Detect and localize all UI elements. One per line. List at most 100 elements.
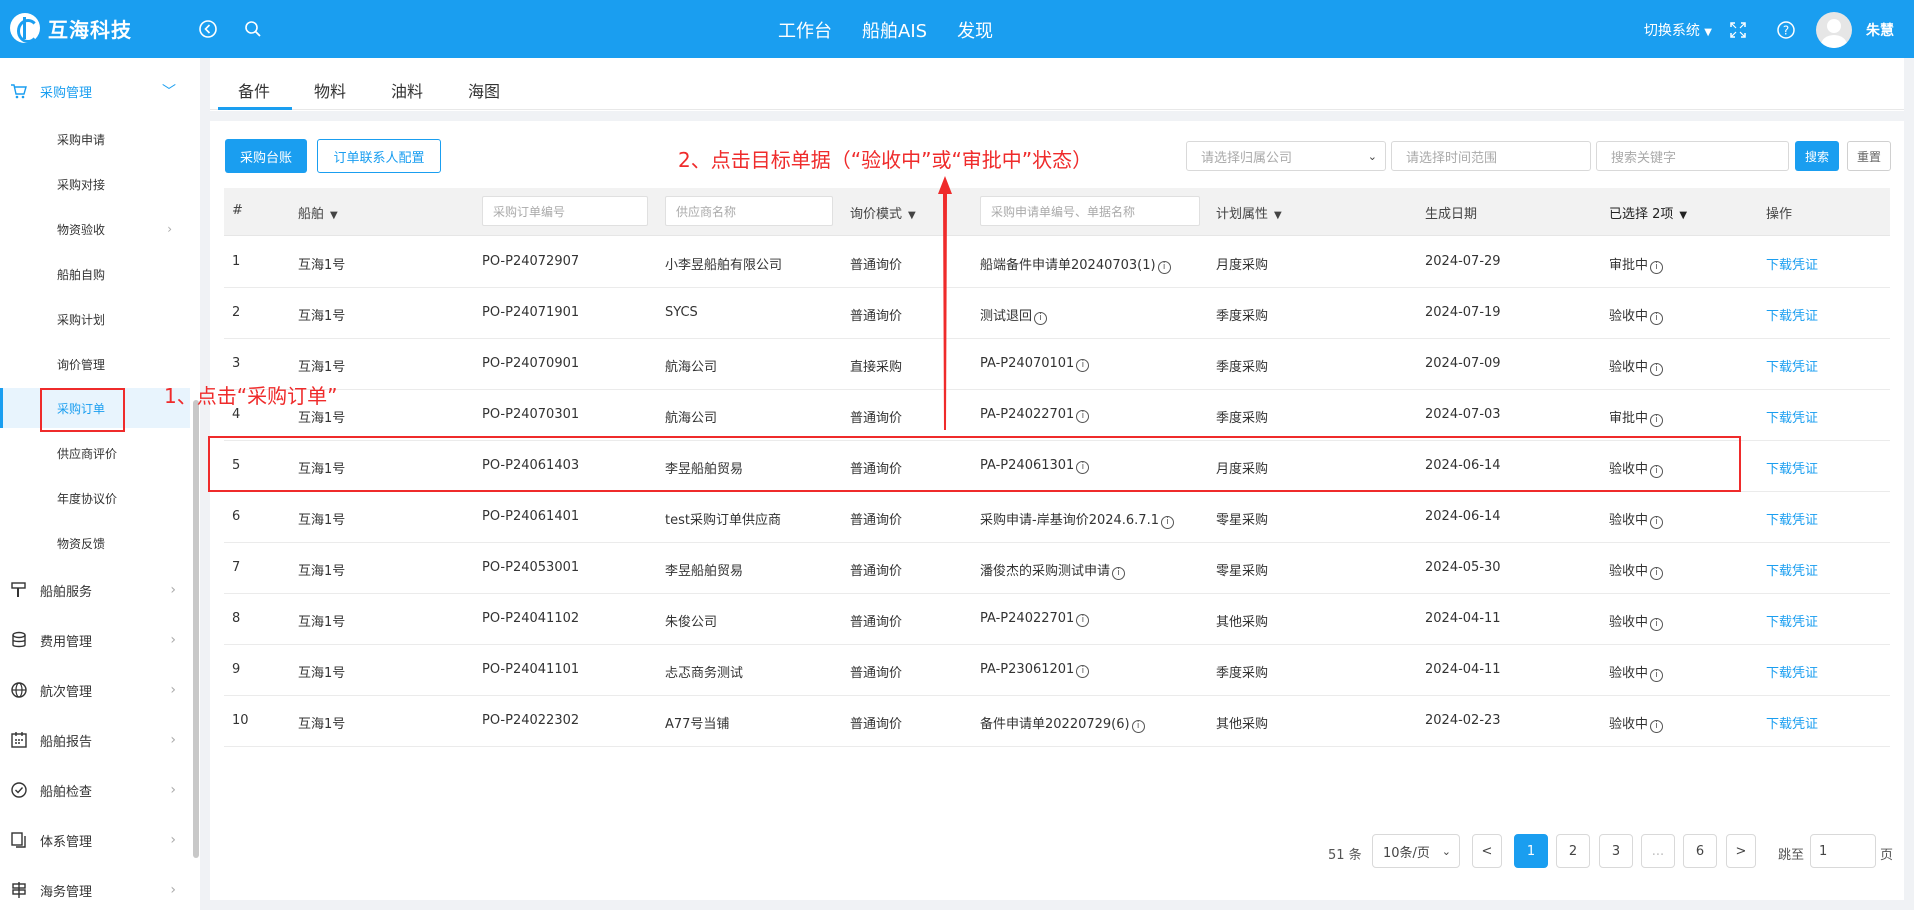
page-1-button[interactable]: 1	[1514, 834, 1548, 868]
info-icon[interactable]: i	[1650, 516, 1664, 529]
sidebar-item-annual-price[interactable]: 年度协议价	[0, 478, 190, 518]
download-voucher-link[interactable]: 下载凭证	[1766, 662, 1818, 681]
sidebar-group-ship-report[interactable]: 船舶报告 ›	[0, 720, 200, 760]
username[interactable]: 朱慧	[1866, 20, 1894, 40]
order-no-filter[interactable]: 采购订单编号	[482, 196, 648, 226]
sidebar-group-system[interactable]: 体系管理 ›	[0, 820, 200, 860]
company-select[interactable]: 请选择归属公司 ⌄	[1186, 141, 1386, 171]
sidebar-item-purchase-plan[interactable]: 采购计划	[0, 299, 190, 339]
prev-page-button[interactable]: <	[1472, 834, 1502, 868]
info-icon[interactable]: i	[1650, 720, 1664, 733]
table-row[interactable]: 8 互海1号 PO-P24041102 朱俊公司 普通询价 PA-P24022701 i 其他…	[224, 594, 1890, 645]
table-row[interactable]: 6 互海1号 PO-P24061401 test采购订单供应商 普通询价 采购申请-岸基询…	[224, 492, 1890, 543]
sidebar-item-ship-self-purchase[interactable]: 船舶自购	[0, 254, 190, 294]
supplier-filter[interactable]: 供应商名称	[665, 196, 833, 226]
table-row[interactable]: 1 互海1号 PO-P24072907 小李昱船舶有限公司 普通询价 船端备件申请单202…	[224, 237, 1890, 288]
sidebar-scrollbar[interactable]	[193, 400, 199, 858]
sidebar-item-material-acceptance[interactable]: 物资验收 ›	[0, 209, 190, 249]
info-icon[interactable]: i	[1650, 414, 1664, 427]
request-filter[interactable]: 采购申请单编号、单据名称	[980, 196, 1200, 226]
search-icon[interactable]	[242, 18, 264, 40]
sidebar-item-purchase-docking[interactable]: 采购对接	[0, 164, 190, 204]
switch-system-button[interactable]: 切换系统 ▼	[1644, 20, 1712, 40]
sidebar-item-supplier-review[interactable]: 供应商评价	[0, 433, 190, 473]
download-voucher-link[interactable]: 下载凭证	[1766, 611, 1818, 630]
download-voucher-link[interactable]: 下载凭证	[1766, 509, 1818, 528]
sidebar-group-voyage[interactable]: 航次管理 ›	[0, 670, 200, 710]
download-voucher-link[interactable]: 下载凭证	[1766, 305, 1818, 324]
sidebar-group-marine[interactable]: 海务管理 ›	[0, 870, 200, 910]
page-size-select[interactable]: 10条/页 ⌄	[1372, 834, 1460, 868]
tab-materials[interactable]: 物料	[314, 78, 346, 102]
info-icon[interactable]: i	[1650, 567, 1664, 580]
table-row[interactable]: 4 互海1号 PO-P24070301 航海公司 普通询价 PA-P24022701 i 季度…	[224, 390, 1890, 441]
nav-discover[interactable]: 发现	[957, 17, 993, 43]
nav-workbench[interactable]: 工作台	[778, 17, 832, 43]
tab-charts[interactable]: 海图	[468, 78, 500, 102]
info-icon[interactable]: i	[1161, 516, 1174, 529]
cell-date: 2024-05-30	[1425, 560, 1501, 575]
info-icon[interactable]: i	[1076, 359, 1090, 372]
download-voucher-link[interactable]: 下载凭证	[1766, 254, 1818, 273]
cell-text: 普通询价	[850, 666, 903, 681]
page-3-button[interactable]: 3	[1599, 834, 1633, 868]
time-range-input[interactable]: 请选择时间范围	[1391, 141, 1591, 171]
back-circle-icon[interactable]	[197, 18, 219, 40]
sidebar-group-ship-inspection[interactable]: 船舶检查 ›	[0, 770, 200, 810]
annotation-step1: 1、点击“采购订单”	[164, 384, 338, 408]
info-icon[interactable]: i	[1650, 312, 1664, 325]
info-icon[interactable]: i	[1076, 614, 1090, 627]
sidebar-group-ship-service[interactable]: 船舶服务 ›	[0, 570, 200, 610]
tab-oil[interactable]: 油料	[391, 78, 423, 102]
contact-config-button[interactable]: 订单联系人配置	[317, 139, 441, 173]
next-page-button[interactable]: >	[1726, 834, 1756, 868]
tab-spare-parts[interactable]: 备件	[238, 78, 270, 102]
table-row[interactable]: 9 互海1号 PO-P24041101 忐忑商务测试 普通询价 PA-P23061201 i…	[224, 645, 1890, 696]
info-icon[interactable]: i	[1650, 669, 1664, 682]
info-icon[interactable]: i	[1076, 410, 1090, 423]
keyword-input[interactable]: 搜索关键字	[1596, 141, 1789, 171]
goto-page-input[interactable]: 1	[1810, 834, 1876, 868]
page-ellipsis[interactable]: ...	[1641, 834, 1675, 868]
reset-button[interactable]: 重置	[1847, 141, 1891, 171]
table-row[interactable]: 10 互海1号 PO-P24022302 A77号当铺 普通询价 备件申请单2022072…	[224, 696, 1890, 747]
download-voucher-link[interactable]: 下载凭证	[1766, 458, 1818, 477]
sidebar-group-label: 采购管理	[40, 85, 93, 101]
help-icon[interactable]: ?	[1776, 20, 1796, 40]
col-mode[interactable]: 询价模式 ▼	[850, 203, 916, 222]
sidebar-item-inquiry[interactable]: 询价管理	[0, 344, 190, 384]
info-icon[interactable]: i	[1650, 363, 1664, 376]
brand-logo[interactable]: 互海科技	[10, 13, 132, 43]
keyword-placeholder: 搜索关键字	[1611, 150, 1677, 166]
table-row[interactable]: 3 互海1号 PO-P24070901 航海公司 直接采购 PA-P24070101 i 季度…	[224, 339, 1890, 390]
col-ship[interactable]: 船舶 ▼	[298, 203, 338, 222]
info-icon[interactable]: i	[1112, 567, 1126, 580]
download-voucher-link[interactable]: 下载凭证	[1766, 407, 1818, 426]
page-6-button[interactable]: 6	[1683, 834, 1717, 868]
cell-text: 审批中	[1609, 258, 1649, 273]
download-voucher-link[interactable]: 下载凭证	[1766, 713, 1818, 732]
nav-ship-ais[interactable]: 船舶AIS	[862, 17, 927, 43]
table-row[interactable]: 7 互海1号 PO-P24053001 李昱船舶贸易 普通询价 潘俊杰的采购测试申请 i 零星…	[224, 543, 1890, 594]
caret-down-icon: ▼	[330, 210, 338, 221]
sidebar-item-purchase-request[interactable]: 采购申请	[0, 119, 190, 159]
ledger-button[interactable]: 采购台账	[225, 139, 307, 173]
info-icon[interactable]: i	[1157, 261, 1171, 274]
info-icon[interactable]: i	[1131, 720, 1145, 733]
info-icon[interactable]: i	[1034, 312, 1048, 325]
page-2-button[interactable]: 2	[1556, 834, 1590, 868]
fullscreen-icon[interactable]	[1728, 20, 1748, 40]
col-plan[interactable]: 计划属性 ▼	[1216, 203, 1282, 222]
table-row[interactable]: 2 互海1号 PO-P24071901 SYCS 普通询价 测试退回 i 季度采购 2024-0…	[224, 288, 1890, 339]
avatar[interactable]	[1816, 12, 1852, 48]
sidebar-item-material-feedback[interactable]: 物资反馈	[0, 523, 190, 563]
download-voucher-link[interactable]: 下载凭证	[1766, 560, 1818, 579]
search-button[interactable]: 搜索	[1795, 141, 1839, 171]
info-icon[interactable]: i	[1076, 665, 1090, 678]
info-icon[interactable]: i	[1650, 618, 1664, 631]
download-voucher-link[interactable]: 下载凭证	[1766, 356, 1818, 375]
sidebar-group-purchase[interactable]: 采购管理 ﹀	[0, 71, 200, 111]
sidebar-group-fee[interactable]: 费用管理 ›	[0, 620, 200, 660]
col-status[interactable]: 已选择 2项 ▼	[1609, 203, 1687, 222]
info-icon[interactable]: i	[1650, 261, 1664, 274]
